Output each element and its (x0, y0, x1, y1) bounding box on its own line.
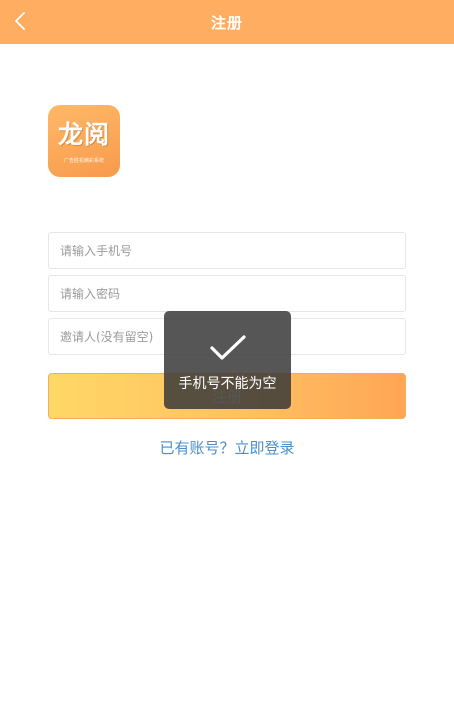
logo-subtext: 广告胜机精彩系统 (63, 158, 104, 164)
register-page: 注册 龙阅 广告胜机精彩系统 注册 已有账号？立即登录 手机号不能为空 (0, 0, 454, 720)
header-bar: 注册 (0, 0, 454, 44)
login-link[interactable]: 已有账号？立即登录 (0, 437, 454, 458)
chevron-left-icon (15, 12, 25, 30)
logo-text: 龙阅 (57, 120, 110, 149)
phone-input[interactable] (48, 232, 406, 269)
back-button[interactable] (8, 7, 32, 35)
toast-message: 手机号不能为空 (164, 311, 291, 409)
page-title: 注册 (210, 13, 243, 32)
checkmark-icon (209, 335, 246, 360)
password-input[interactable] (48, 275, 406, 312)
app-logo: 龙阅 广告胜机精彩系统 (48, 105, 120, 177)
toast-text: 手机号不能为空 (178, 376, 277, 392)
